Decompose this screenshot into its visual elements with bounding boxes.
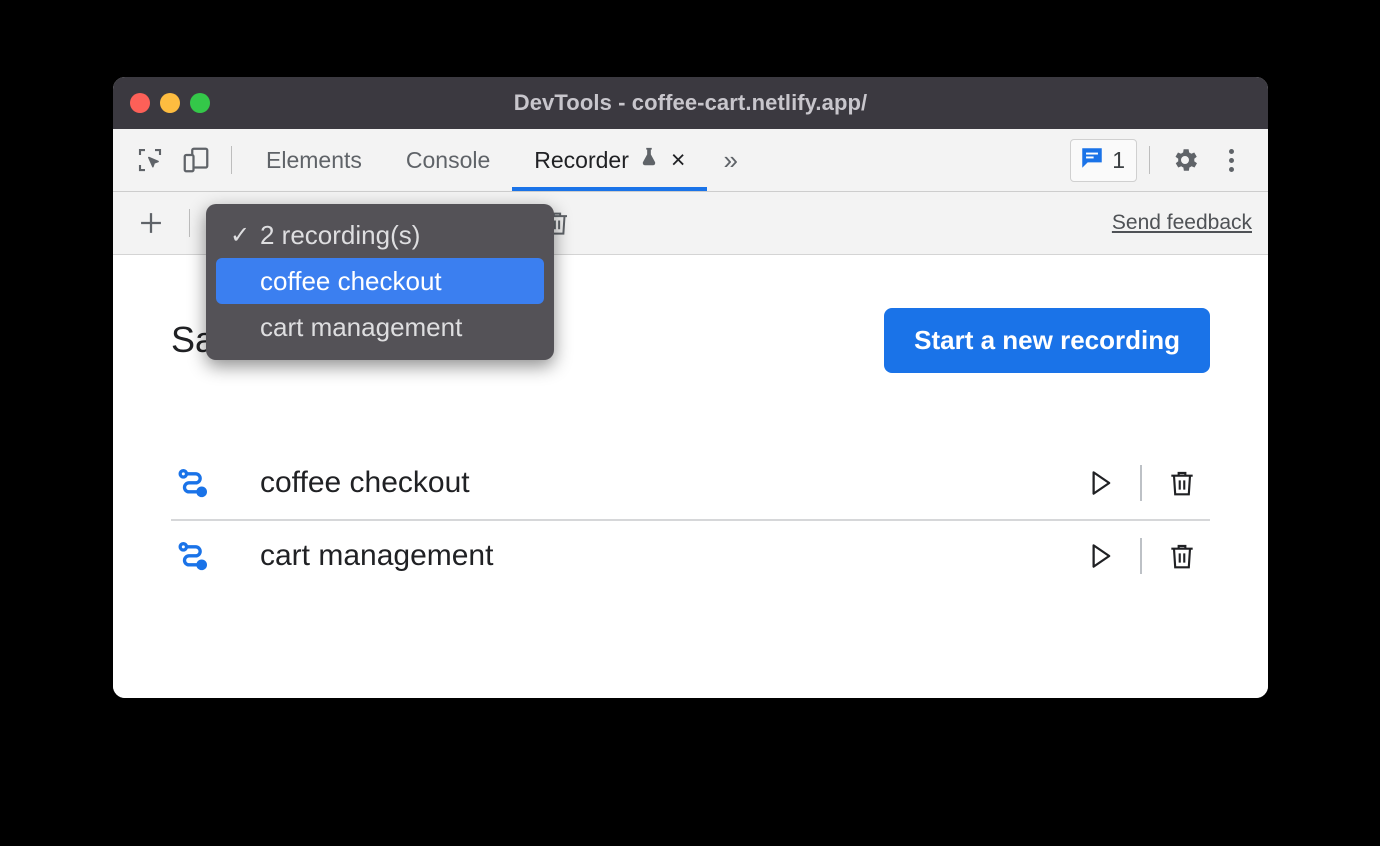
recording-path-icon	[174, 463, 230, 503]
panel-tabs: Elements Console Recorder × »	[244, 129, 754, 191]
traffic-lights	[130, 77, 210, 129]
send-feedback-link[interactable]: Send feedback	[1112, 211, 1252, 235]
more-tabs-icon[interactable]: »	[707, 129, 753, 191]
tab-recorder[interactable]: Recorder ×	[512, 129, 708, 191]
devtools-window: DevTools - coffee-cart.netlify.app/ Elem…	[113, 77, 1268, 698]
tab-elements[interactable]: Elements	[244, 129, 384, 191]
row-action-divider	[1140, 538, 1142, 574]
close-icon[interactable]: ×	[671, 147, 686, 173]
close-window-button[interactable]	[130, 93, 150, 113]
dropdown-item-coffee-checkout[interactable]: coffee checkout	[216, 258, 544, 304]
issues-count: 1	[1112, 146, 1125, 173]
play-icon[interactable]	[1072, 466, 1128, 500]
recorder-toolbar-divider-left	[189, 209, 190, 237]
tab-elements-label: Elements	[266, 146, 362, 173]
tabstrip-right-divider	[1149, 146, 1150, 174]
issues-message-icon	[1079, 145, 1105, 176]
row-action-divider	[1140, 465, 1142, 501]
dropdown-item-label: cart management	[260, 311, 463, 342]
play-icon[interactable]	[1072, 539, 1128, 573]
check-icon: ✓	[230, 221, 251, 249]
trash-icon[interactable]	[1154, 467, 1210, 499]
issues-badge[interactable]: 1	[1070, 138, 1137, 182]
add-recording-button[interactable]	[125, 200, 177, 246]
tab-recorder-label: Recorder	[534, 146, 629, 173]
recording-path-icon	[174, 536, 230, 576]
tab-console-label: Console	[405, 146, 491, 173]
minimize-window-button[interactable]	[160, 93, 180, 113]
table-row[interactable]: coffee checkout	[171, 447, 1210, 519]
recordings-dropdown-menu[interactable]: ✓ 2 recording(s) coffee checkout cart ma…	[206, 204, 554, 360]
inspect-element-icon[interactable]	[127, 137, 173, 183]
dropdown-item-count[interactable]: ✓ 2 recording(s)	[216, 212, 544, 258]
trash-icon[interactable]	[1154, 540, 1210, 572]
three-dot-menu-icon[interactable]	[1208, 137, 1254, 183]
experiment-flask-icon	[638, 145, 660, 175]
row-actions	[1072, 538, 1210, 574]
gear-icon[interactable]	[1162, 137, 1208, 183]
window-title: DevTools - coffee-cart.netlify.app/	[513, 90, 868, 115]
tabstrip-right-controls: 1	[1070, 129, 1254, 191]
devtools-tabstrip: Elements Console Recorder × » 1	[113, 129, 1268, 192]
tab-console[interactable]: Console	[384, 129, 512, 191]
row-actions	[1072, 465, 1210, 501]
recordings-list: coffee checkout cart management	[171, 447, 1210, 591]
window-titlebar: DevTools - coffee-cart.netlify.app/	[113, 77, 1268, 129]
dropdown-item-label: coffee checkout	[260, 265, 442, 296]
device-toolbar-icon[interactable]	[173, 137, 219, 183]
dropdown-item-label: 2 recording(s)	[260, 219, 421, 250]
dropdown-item-cart-management[interactable]: cart management	[216, 304, 544, 350]
maximize-window-button[interactable]	[190, 93, 210, 113]
recording-name: coffee checkout	[260, 466, 470, 499]
start-new-recording-button[interactable]: Start a new recording	[884, 307, 1210, 373]
toolbar-divider	[231, 146, 232, 174]
table-row[interactable]: cart management	[171, 519, 1210, 591]
screenshot-stage: DevTools - coffee-cart.netlify.app/ Elem…	[0, 0, 1380, 846]
recording-name: cart management	[260, 539, 494, 572]
